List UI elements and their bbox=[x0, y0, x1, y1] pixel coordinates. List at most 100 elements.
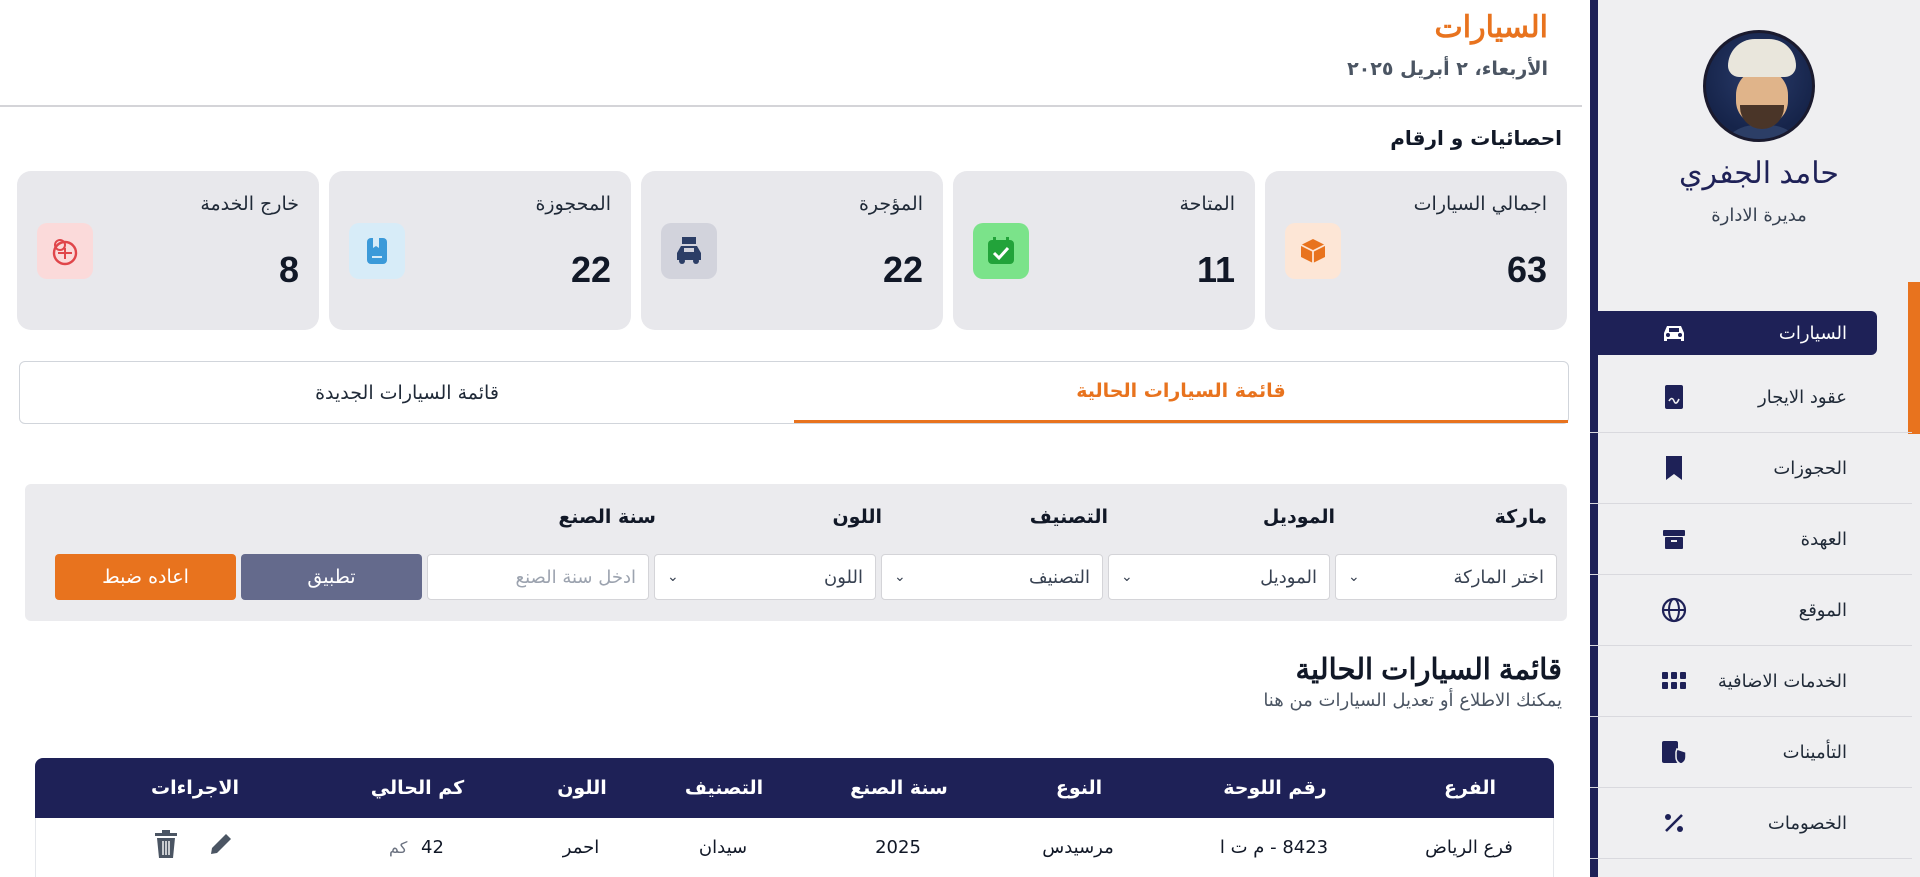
sidebar-item-label: الخدمات الاضافية bbox=[1717, 670, 1847, 692]
tab-new-cars[interactable]: قائمة السيارات الجديدة bbox=[20, 362, 794, 423]
rent-car-icon bbox=[661, 223, 717, 279]
brand-select[interactable]: اختر الماركة ⌄ bbox=[1335, 554, 1557, 600]
cell-branch: فرع الرياض bbox=[1425, 837, 1513, 858]
color-select[interactable]: اللون ⌄ bbox=[654, 554, 876, 600]
page-header: السيارات الأربعاء، ٢ أبريل ٢٠٢٥ bbox=[0, 0, 1582, 107]
profile-role: مديرة الادارة bbox=[1711, 205, 1807, 226]
out-of-service-icon bbox=[37, 223, 93, 279]
sidebar-item-bookings[interactable]: الحجوزات bbox=[1590, 433, 1912, 504]
sidebar-item-extra-services[interactable]: الخدمات الاضافية bbox=[1590, 646, 1912, 717]
sidebar-item-label: التأمينات bbox=[1782, 741, 1847, 763]
tab-current-cars[interactable]: قائمة السيارات الحالية bbox=[794, 362, 1568, 423]
avatar[interactable] bbox=[1703, 30, 1815, 142]
sidebar-nav: السيارات عقود الايجار الحجوزات العهدة ال… bbox=[1590, 304, 1912, 859]
insurance-icon bbox=[1660, 738, 1688, 766]
brand-select-value: اختر الماركة bbox=[1453, 566, 1544, 588]
stat-card-value: 11 bbox=[1196, 249, 1235, 290]
stat-card-value: 22 bbox=[882, 249, 923, 290]
contract-icon bbox=[1660, 383, 1688, 411]
cell-plate: 8423 - م ت ا bbox=[1219, 837, 1329, 858]
th-year[interactable]: سنة الصنع bbox=[804, 777, 994, 799]
stat-card-label: المحجوزة bbox=[535, 193, 611, 215]
stat-card-value: 22 bbox=[570, 249, 611, 290]
cell-actions bbox=[74, 829, 314, 866]
cell-year: 2025 bbox=[875, 837, 921, 858]
bookmark-icon bbox=[1660, 454, 1688, 482]
cell-type: مرسيدس bbox=[1042, 837, 1114, 858]
sidebar-item-label: الموقع bbox=[1798, 599, 1847, 621]
list-tabs: قائمة السيارات الحالية قائمة السيارات ال… bbox=[19, 361, 1569, 424]
grid-icon bbox=[1660, 667, 1688, 695]
sidebar-item-insurance[interactable]: التأمينات bbox=[1590, 717, 1912, 788]
stat-card-label: المتاحة bbox=[1179, 193, 1235, 215]
category-select[interactable]: التصنيف ⌄ bbox=[881, 554, 1103, 600]
th-plate[interactable]: رقم اللوحة bbox=[1164, 777, 1386, 799]
page-title: السيارات bbox=[1434, 11, 1549, 44]
stat-card-rented[interactable]: المؤجرة 22 bbox=[641, 171, 943, 330]
sidebar-item-location[interactable]: الموقع bbox=[1590, 575, 1912, 646]
th-color[interactable]: اللون bbox=[520, 777, 644, 799]
sidebar-item-discounts[interactable]: الخصومات bbox=[1590, 788, 1912, 859]
car-icon bbox=[1660, 319, 1688, 347]
filters-panel: ماركة الموديل التصنيف اللون سنة الصنع اخ… bbox=[25, 484, 1567, 621]
th-type[interactable]: النوع bbox=[994, 777, 1164, 799]
category-label: التصنيف bbox=[1029, 506, 1108, 528]
profile: حامد الجفري مديرة الادارة bbox=[1598, 30, 1920, 226]
th-actions: الاجراءات bbox=[150, 777, 239, 799]
app-root: حامد الجفري مديرة الادارة السيارات عقود … bbox=[0, 0, 1920, 877]
stat-card-booked[interactable]: المحجوزة 22 bbox=[329, 171, 631, 330]
cars-table: الفرع رقم اللوحة النوع سنة الصنع التصنيف… bbox=[35, 758, 1554, 877]
color-label: اللون bbox=[832, 506, 882, 528]
year-label: سنة الصنع bbox=[558, 506, 656, 528]
model-label: الموديل bbox=[1262, 506, 1335, 528]
stat-cards: اجمالي السيارات 63 المتاحة 11 المؤجرة 22… bbox=[15, 171, 1567, 331]
sidebar-item-label: الخصومات bbox=[1767, 812, 1847, 834]
edit-icon[interactable] bbox=[206, 829, 236, 866]
category-select-value: التصنيف bbox=[1028, 566, 1090, 588]
stat-card-value: 63 bbox=[1506, 249, 1547, 290]
stat-card-total[interactable]: اجمالي السيارات 63 bbox=[1265, 171, 1567, 330]
sidebar-item-custody[interactable]: العهدة bbox=[1590, 504, 1912, 575]
brand-label: ماركة bbox=[1494, 506, 1547, 528]
km-unit: كم bbox=[389, 838, 408, 857]
year-input[interactable]: ادخل سنة الصنع bbox=[427, 554, 649, 600]
table-header: الفرع رقم اللوحة النوع سنة الصنع التصنيف… bbox=[35, 758, 1554, 818]
chevron-down-icon: ⌄ bbox=[1121, 569, 1133, 585]
year-input-placeholder: ادخل سنة الصنع bbox=[515, 566, 637, 588]
model-select[interactable]: الموديل ⌄ bbox=[1108, 554, 1330, 600]
calendar-check-icon bbox=[973, 223, 1029, 279]
apply-button[interactable]: تطبيق bbox=[241, 554, 422, 600]
booking-icon bbox=[349, 223, 405, 279]
chevron-down-icon: ⌄ bbox=[894, 569, 906, 585]
sidebar-item-label: عقود الايجار bbox=[1758, 386, 1847, 408]
chevron-down-icon: ⌄ bbox=[1348, 569, 1360, 585]
delete-icon[interactable] bbox=[152, 829, 180, 866]
sidebar-item-label: السيارات bbox=[1778, 322, 1847, 344]
stat-card-label: خارج الخدمة bbox=[200, 193, 299, 215]
percent-icon bbox=[1660, 809, 1688, 837]
th-branch[interactable]: الفرع bbox=[1386, 777, 1554, 799]
model-select-value: الموديل bbox=[1260, 566, 1317, 588]
color-select-value: اللون bbox=[824, 566, 863, 588]
th-km[interactable]: كم الحالي bbox=[315, 777, 520, 799]
sidebar-item-contracts[interactable]: عقود الايجار bbox=[1590, 362, 1912, 433]
km-value: 42 bbox=[421, 837, 444, 858]
list-title: قائمة السيارات الحالية bbox=[1295, 654, 1563, 686]
table-row[interactable]: فرع الرياض 8423 - م ت ا مرسيدس 2025 سيدا… bbox=[35, 818, 1554, 877]
reset-button[interactable]: اعاده ضبط bbox=[55, 554, 236, 600]
profile-name: حامد الجفري bbox=[1679, 157, 1839, 190]
sidebar-item-cars[interactable]: السيارات bbox=[1590, 304, 1912, 362]
cube-icon bbox=[1285, 223, 1341, 279]
box-icon bbox=[1660, 525, 1688, 553]
cell-color: احمر bbox=[562, 837, 600, 858]
stat-card-label: اجمالي السيارات bbox=[1413, 193, 1547, 215]
th-category[interactable]: التصنيف bbox=[644, 777, 804, 799]
sidebar-item-label: العهدة bbox=[1800, 528, 1847, 550]
sidebar-item-label: الحجوزات bbox=[1773, 457, 1847, 479]
cell-km: 42 كم bbox=[314, 837, 519, 858]
globe-icon bbox=[1660, 596, 1688, 624]
stat-card-value: 8 bbox=[278, 249, 299, 290]
chevron-down-icon: ⌄ bbox=[667, 569, 679, 585]
stat-card-available[interactable]: المتاحة 11 bbox=[953, 171, 1255, 330]
stat-card-out-of-service[interactable]: خارج الخدمة 8 bbox=[17, 171, 319, 330]
